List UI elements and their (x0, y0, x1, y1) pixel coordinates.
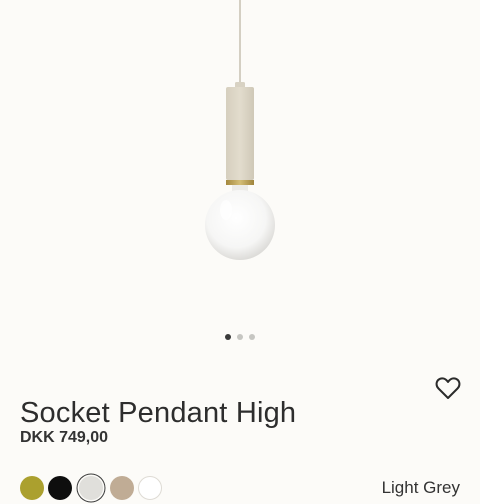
product-title: Socket Pendant High (20, 397, 297, 430)
color-swatches (20, 476, 162, 500)
swatch-olive[interactable] (20, 476, 44, 500)
carousel-dots (0, 334, 480, 340)
swatch-black[interactable] (48, 476, 72, 500)
carousel-dot-2[interactable] (237, 334, 243, 340)
bulb (205, 190, 275, 260)
brass-ring (226, 180, 254, 185)
swatch-light-grey[interactable] (79, 476, 103, 500)
swatch-white[interactable] (138, 476, 162, 500)
product-price: DKK 749,00 (20, 429, 109, 446)
carousel-dot-3[interactable] (249, 334, 255, 340)
heart-icon (435, 377, 461, 399)
product-image[interactable] (0, 0, 480, 325)
socket (226, 87, 254, 180)
swatch-cashmere[interactable] (110, 476, 134, 500)
pendant-lamp-image (205, 0, 275, 260)
wishlist-button[interactable] (434, 374, 462, 402)
carousel-dot-1[interactable] (225, 334, 231, 340)
selected-color-label: Light Grey (381, 478, 460, 497)
